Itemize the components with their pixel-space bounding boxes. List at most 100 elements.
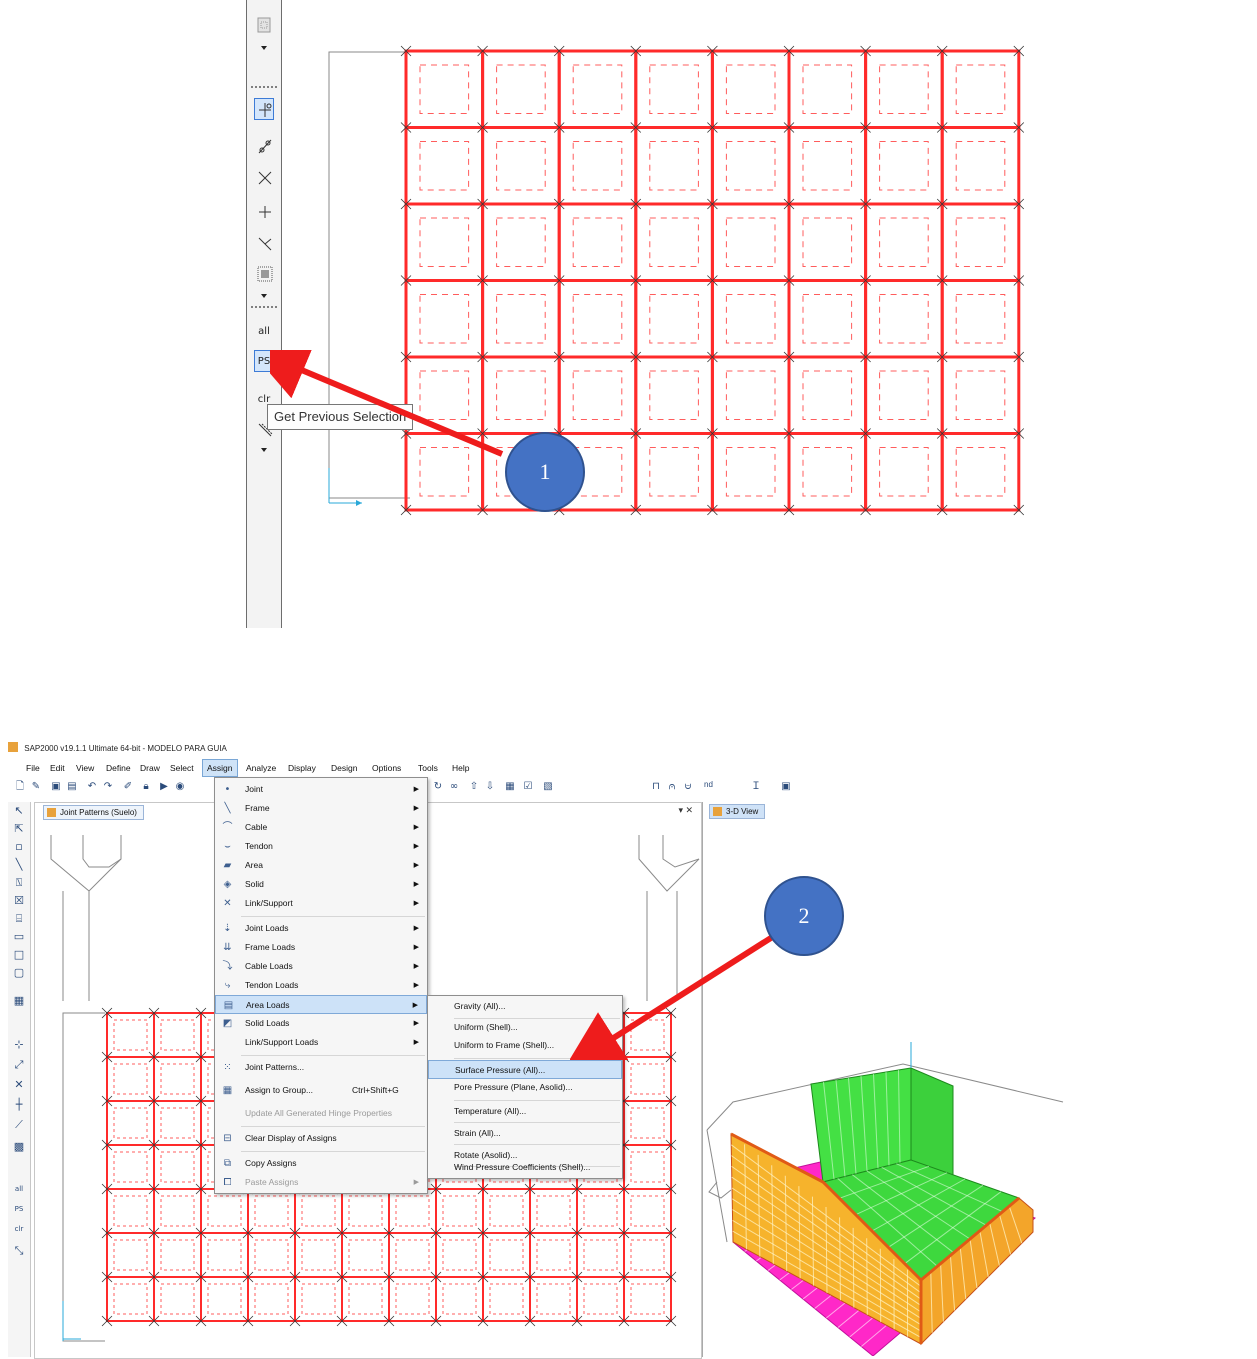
menu-item-tendon-loads[interactable]: ⤷ Tendon Loads ▶ <box>215 976 427 995</box>
area-cell-inner <box>630 1107 665 1139</box>
menu-display[interactable]: Display <box>284 760 320 776</box>
menu-draw[interactable]: Draw <box>136 760 164 776</box>
select-all-button[interactable]: all <box>254 320 274 342</box>
previous-selection-icon[interactable]: PS <box>12 1202 26 1216</box>
menu-item-solid[interactable]: ◈ Solid ▶ <box>215 875 427 894</box>
menu-item-frame-loads[interactable]: ⇊ Frame Loads ▶ <box>215 938 427 957</box>
submenu-item-temperature[interactable]: Temperature (All)... <box>428 1102 622 1121</box>
select-angle-icon[interactable]: ⟋ <box>12 1118 26 1132</box>
chevron-down-icon[interactable] <box>261 294 267 298</box>
menu-item-joint-loads[interactable]: ⇣ Joint Loads ▶ <box>215 919 427 938</box>
area-cell-inner <box>113 1107 148 1139</box>
menu-file[interactable]: File <box>22 760 44 776</box>
draw-brace-icon[interactable]: ☒ <box>12 894 26 908</box>
menu-tools[interactable]: Tools <box>414 760 442 776</box>
draw-cable-icon[interactable]: ⍂ <box>12 876 26 890</box>
area-cell-inner <box>496 141 546 191</box>
select-frame-icon[interactable] <box>254 134 274 156</box>
draw-rect-area-icon[interactable]: □ <box>12 948 26 962</box>
menu-define[interactable]: Define <box>102 760 135 776</box>
select-plane-icon[interactable] <box>254 200 274 222</box>
moment-shape-icon[interactable]: ⩁ <box>682 781 694 793</box>
draw-solid-icon[interactable]: ▢ <box>12 966 26 980</box>
menu-item-assign-to-group[interactable]: ▦ Assign to Group... Ctrl+Shift+G <box>215 1081 427 1100</box>
menu-item-clear-display[interactable]: ⊟ Clear Display of Assigns <box>215 1129 427 1148</box>
select-grid-icon[interactable] <box>254 262 274 284</box>
select-box-icon[interactable] <box>254 14 274 36</box>
display-options-icon[interactable]: ☑ <box>522 781 534 793</box>
draw-frame-icon[interactable]: ╲ <box>12 858 26 872</box>
draw-link-icon[interactable]: ⌸ <box>12 912 26 926</box>
select-all-icon[interactable]: all <box>12 1182 26 1196</box>
select-joint-icon[interactable] <box>254 98 274 120</box>
select-angle-icon[interactable] <box>254 232 274 254</box>
clear-selection-icon[interactable]: clr <box>12 1222 26 1236</box>
new-file-icon[interactable]: 🗋 <box>14 781 26 793</box>
line-select-icon[interactable]: ⤡ <box>12 1244 26 1258</box>
analysis-icon[interactable]: ◉ <box>174 781 186 793</box>
select-plane-icon[interactable]: ┼ <box>12 1098 26 1112</box>
area-cell <box>940 279 1021 359</box>
chevron-down-icon[interactable] <box>261 46 267 50</box>
refresh-view-icon[interactable]: ▧ <box>542 781 554 793</box>
perspective-icon[interactable]: ∞ <box>448 781 460 793</box>
node-toolbar-label[interactable]: nd <box>704 780 713 789</box>
menu-item-cable[interactable]: ⌒ Cable ▶ <box>215 818 427 837</box>
area-cell-inner <box>583 1239 618 1271</box>
intersect-line-icon[interactable]: ✕ <box>12 1078 26 1092</box>
menu-design[interactable]: Design <box>327 760 361 776</box>
menu-options[interactable]: Options <box>368 760 405 776</box>
select-frame-icon[interactable]: ⤢ <box>12 1058 26 1072</box>
move-down-icon[interactable]: ⇩ <box>484 781 496 793</box>
menu-item-link-support-loads[interactable]: Link/Support Loads ▶ <box>215 1033 427 1052</box>
area-cell-inner <box>955 294 1006 344</box>
submenu-item-surface-pressure[interactable]: Surface Pressure (All)... <box>428 1060 622 1079</box>
undo-icon[interactable]: ↶ <box>86 781 98 793</box>
draw-poly-area-icon[interactable]: ▭ <box>12 930 26 944</box>
select-joint-icon[interactable]: ⊹ <box>12 1038 26 1052</box>
save-icon[interactable]: ▣ <box>50 781 62 793</box>
menu-item-frame[interactable]: ╲ Frame ▶ <box>215 799 427 818</box>
object-shrink-icon[interactable]: ▦ <box>504 781 516 793</box>
select-grid-icon[interactable]: ▩ <box>12 1140 26 1154</box>
submenu-item-pore-pressure[interactable]: Pore Pressure (Plane, Asolid)... <box>428 1078 622 1097</box>
pointer-icon[interactable]: ↖ <box>12 804 26 818</box>
menu-item-joint-patterns[interactable]: ⁙ Joint Patterns... <box>215 1058 427 1077</box>
menu-item-copy-assigns[interactable]: ⧉ Copy Assigns <box>215 1154 427 1173</box>
menu-item-joint[interactable]: • Joint ▶ <box>215 780 427 799</box>
lock-icon[interactable]: 🔒︎ <box>140 781 152 793</box>
menu-select[interactable]: Select <box>166 760 198 776</box>
rotate-icon[interactable]: ↻ <box>432 781 444 793</box>
tab-3d-view[interactable]: 3-D View <box>709 804 766 819</box>
menu-item-tendon[interactable]: ⌣ Tendon ▶ <box>215 837 427 856</box>
menu-item-area[interactable]: ▰ Area ▶ <box>215 856 427 875</box>
tab-joint-patterns[interactable]: Joint Patterns (Suelo) <box>43 805 144 820</box>
menu-assign[interactable]: Assign <box>202 759 238 777</box>
menu-item-area-loads[interactable]: ▤ Area Loads ▶ <box>215 995 427 1014</box>
menu-view[interactable]: View <box>72 760 98 776</box>
frame-shape-icon[interactable]: ⩀ <box>666 781 678 793</box>
submenu-item-wind-pressure[interactable]: Wind Pressure Coefficients (Shell)... <box>428 1158 622 1177</box>
move-up-icon[interactable]: ⇧ <box>468 781 480 793</box>
menu-analyze[interactable]: Analyze <box>242 760 280 776</box>
print-icon[interactable]: ▤ <box>66 781 78 793</box>
intersect-line-icon[interactable] <box>254 166 274 188</box>
frame-section-icon[interactable]: ⊓ <box>650 781 662 793</box>
run-icon[interactable]: ▶ <box>158 781 170 793</box>
redo-icon[interactable]: ↷ <box>102 781 114 793</box>
close-icon[interactable]: ▾ ✕ <box>678 805 693 816</box>
menu-edit[interactable]: Edit <box>46 760 69 776</box>
open-file-icon[interactable]: ✎ <box>30 781 42 793</box>
draw-joint-icon[interactable]: ▫ <box>12 840 26 854</box>
chevron-down-icon[interactable] <box>261 448 267 452</box>
menu-item-cable-loads[interactable]: ⤵ Cable Loads ▶ <box>215 957 427 976</box>
submenu-item-strain[interactable]: Strain (All)... <box>428 1124 622 1143</box>
menu-item-solid-loads[interactable]: ◩ Solid Loads ▶ <box>215 1014 427 1033</box>
menu-item-link-support[interactable]: ✕ Link/Support ▶ <box>215 894 427 913</box>
draw-quick-area-icon[interactable]: ▦ <box>12 994 26 1008</box>
menu-help[interactable]: Help <box>448 760 473 776</box>
text-cursor-icon[interactable]: Ｉ <box>750 781 762 793</box>
edit-pencil-icon[interactable]: ✐ <box>122 781 134 793</box>
window-layout-icon[interactable]: ▣ <box>780 781 792 793</box>
reshape-icon[interactable]: ⇱ <box>12 822 26 836</box>
